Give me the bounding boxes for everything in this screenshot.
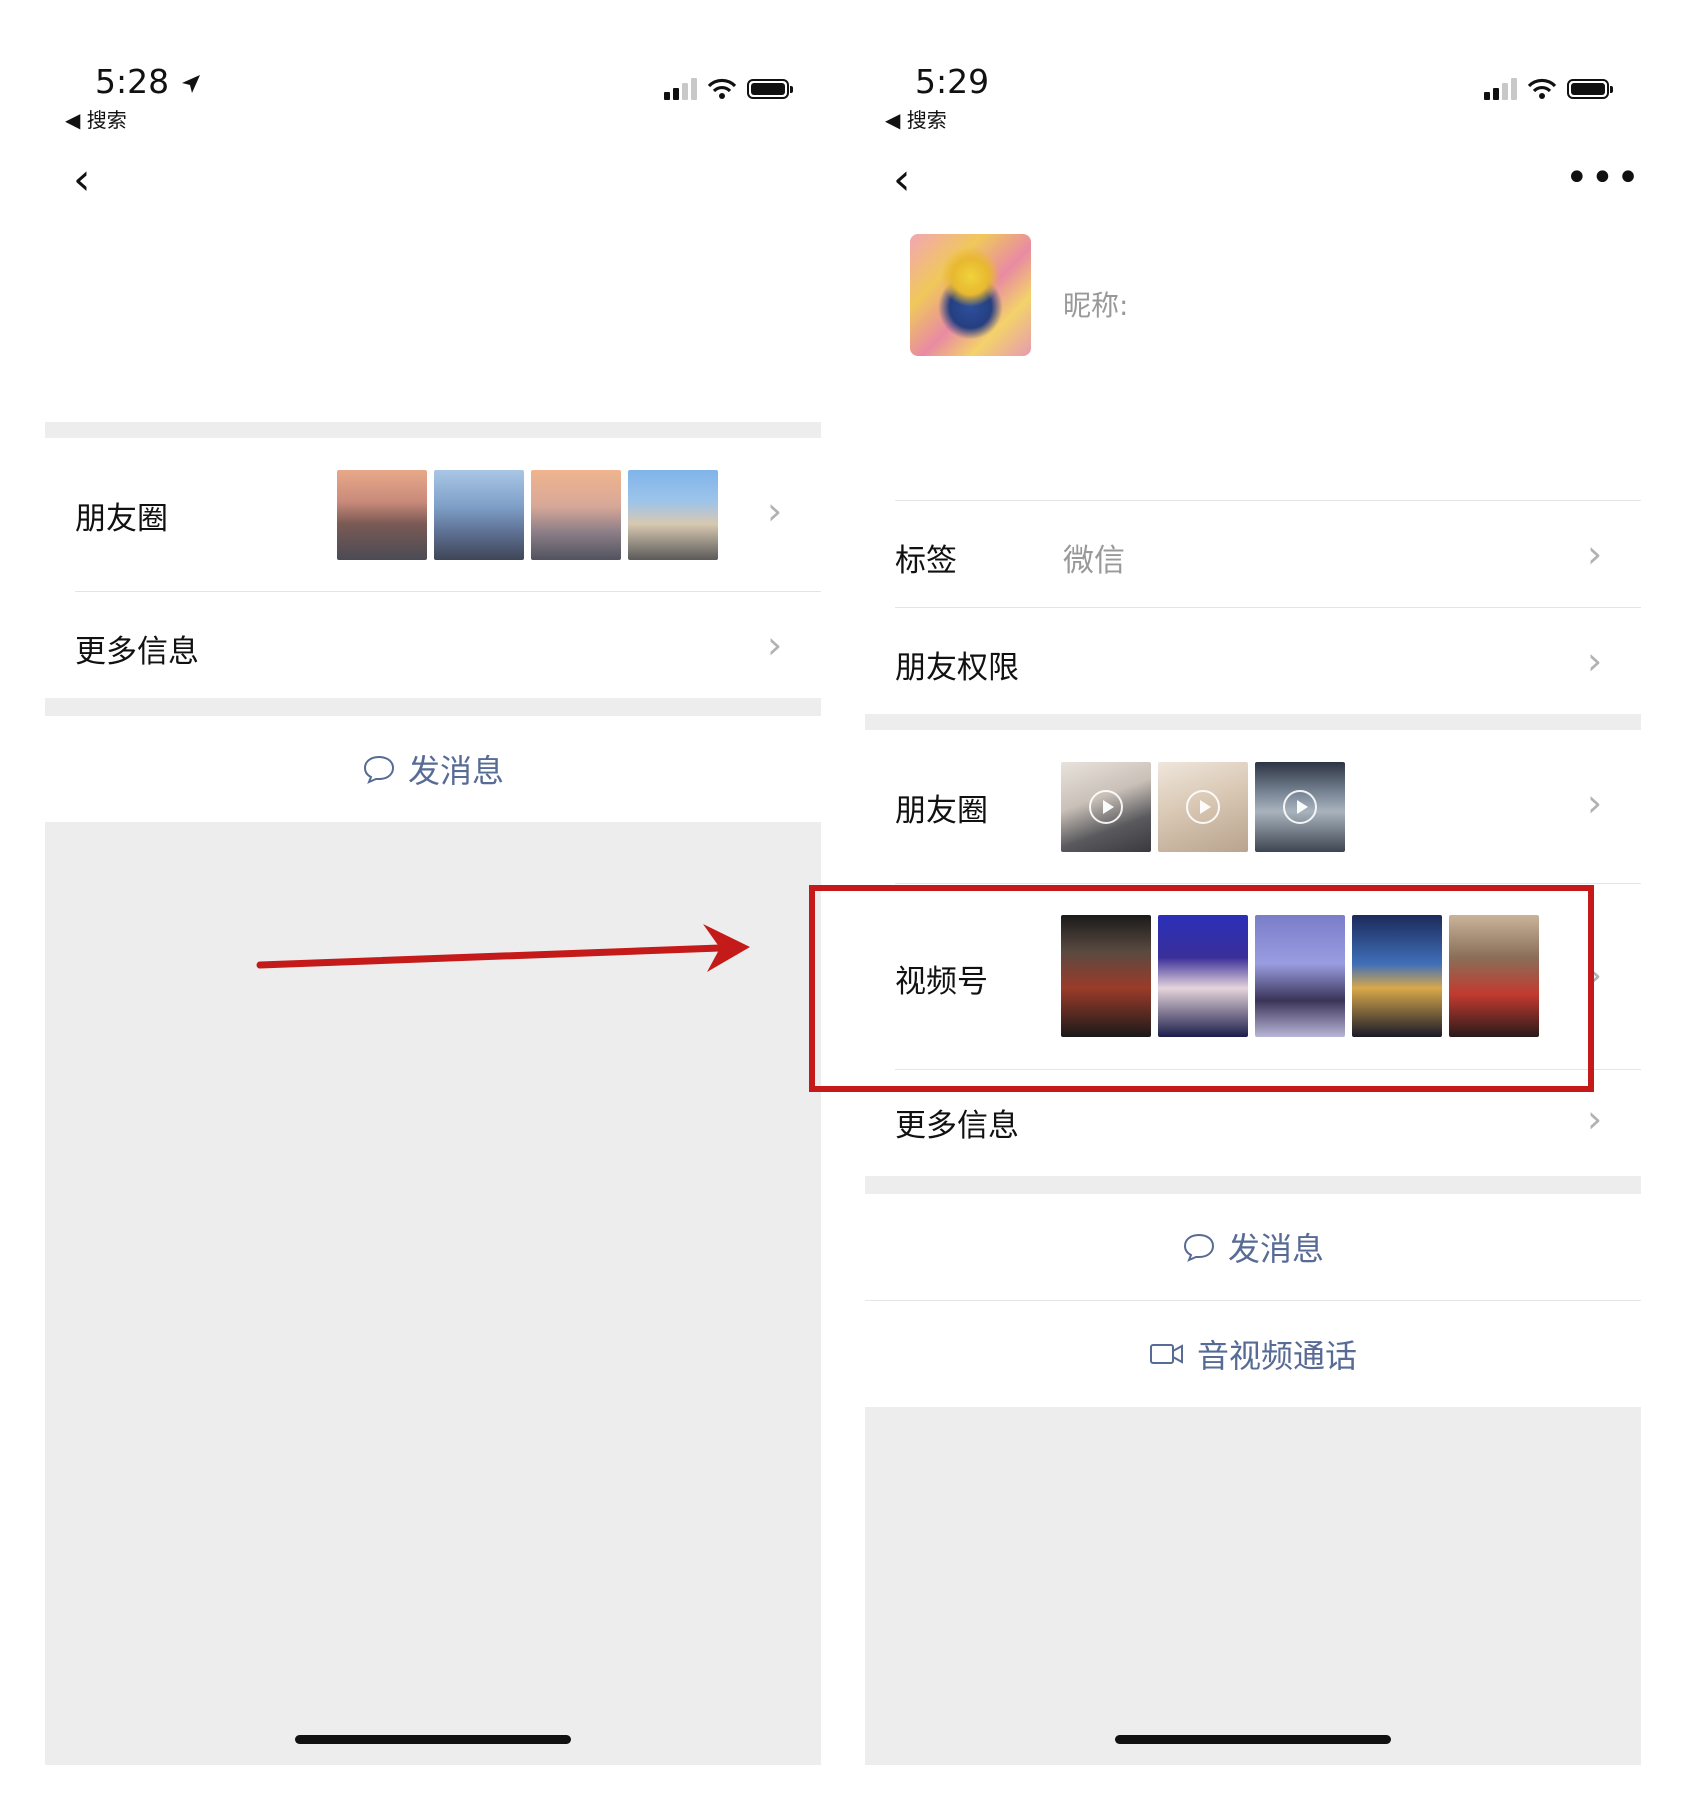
nickname-label: 昵称: bbox=[1063, 289, 1129, 322]
moments-thumbnail[interactable] bbox=[628, 470, 718, 560]
cellular-signal-icon bbox=[664, 78, 697, 100]
chevron-right-icon: › bbox=[767, 623, 783, 667]
moments-thumbnails bbox=[1061, 762, 1345, 852]
play-icon bbox=[1186, 790, 1220, 824]
section-gap bbox=[865, 1176, 1641, 1194]
chevron-right-icon: › bbox=[1587, 639, 1603, 683]
chevron-right-icon: › bbox=[1587, 1097, 1603, 1141]
empty-area bbox=[865, 1407, 1641, 1765]
moments-video-thumbnail[interactable] bbox=[1158, 762, 1248, 852]
moments-thumbnail[interactable] bbox=[531, 470, 621, 560]
video-camera-icon bbox=[1149, 1344, 1183, 1364]
status-icons bbox=[1484, 78, 1613, 100]
moments-thumbnail[interactable] bbox=[337, 470, 427, 560]
send-message-button[interactable]: 发消息 bbox=[865, 1194, 1641, 1300]
location-arrow-icon bbox=[181, 75, 200, 93]
red-arrow bbox=[256, 924, 750, 972]
phone-screen-right: 5:29 ◀ 搜索 ‹ ••• 昵称: 标签 微信 › 朋友权限 › 朋友圈 › bbox=[865, 0, 1641, 1765]
back-to-search-link[interactable]: ◀ 搜索 bbox=[65, 104, 127, 133]
chevron-right-icon: › bbox=[1587, 532, 1603, 576]
chevron-right-icon: › bbox=[1587, 781, 1603, 825]
highlight-box bbox=[809, 885, 1594, 1092]
section-gap bbox=[45, 422, 821, 438]
chat-bubble-icon bbox=[363, 755, 394, 784]
chevron-left-icon[interactable]: ‹ bbox=[893, 158, 911, 202]
status-icons bbox=[664, 78, 793, 100]
home-indicator[interactable] bbox=[295, 1735, 571, 1744]
av-call-button[interactable]: 音视频通话 bbox=[865, 1301, 1641, 1407]
moments-video-thumbnail[interactable] bbox=[1061, 762, 1151, 852]
chevron-left-icon[interactable]: ‹ bbox=[73, 158, 91, 202]
avatar[interactable] bbox=[910, 234, 1031, 356]
home-indicator[interactable] bbox=[1115, 1735, 1391, 1744]
more-dots-icon[interactable]: ••• bbox=[1565, 158, 1641, 198]
moments-label: 朋友圈 bbox=[75, 501, 168, 537]
battery-icon bbox=[747, 79, 793, 99]
send-message-label: 发消息 bbox=[1227, 1230, 1324, 1268]
moments-thumbnails bbox=[337, 470, 718, 560]
section-gap bbox=[45, 698, 821, 716]
friend-permissions-label: 朋友权限 bbox=[895, 650, 1019, 686]
av-call-label: 音视频通话 bbox=[1196, 1337, 1357, 1375]
chat-bubble-icon bbox=[1183, 1233, 1214, 1262]
moments-thumbnail[interactable] bbox=[434, 470, 524, 560]
cellular-signal-icon bbox=[1484, 78, 1517, 100]
moments-label: 朋友圈 bbox=[895, 793, 988, 829]
play-icon bbox=[1283, 790, 1317, 824]
chevron-right-icon: › bbox=[767, 489, 783, 533]
back-to-search-link[interactable]: ◀ 搜索 bbox=[885, 104, 947, 133]
send-message-button[interactable]: 发消息 bbox=[45, 716, 821, 822]
more-info-row[interactable]: 更多信息 › bbox=[45, 592, 821, 698]
friend-permissions-row[interactable]: 朋友权限 › bbox=[865, 608, 1641, 714]
tags-row[interactable]: 标签 微信 › bbox=[865, 501, 1641, 607]
tags-value: 微信 bbox=[1063, 543, 1125, 579]
moments-row[interactable]: 朋友圈 › bbox=[45, 438, 821, 591]
more-info-label: 更多信息 bbox=[75, 634, 199, 670]
status-time: 5:29 bbox=[915, 62, 990, 101]
wifi-icon bbox=[707, 78, 737, 99]
moments-video-thumbnail[interactable] bbox=[1255, 762, 1345, 852]
battery-icon bbox=[1567, 79, 1613, 99]
play-icon bbox=[1089, 790, 1123, 824]
section-gap bbox=[865, 714, 1641, 730]
phone-screen-left: 5:28 ◀ 搜索 ‹ 朋友圈 › 更多信息 › 发消息 bbox=[45, 0, 821, 1765]
send-message-label: 发消息 bbox=[407, 752, 504, 790]
more-info-label: 更多信息 bbox=[895, 1108, 1019, 1144]
moments-row[interactable]: 朋友圈 › bbox=[865, 730, 1641, 883]
tags-label: 标签 bbox=[895, 543, 957, 579]
wifi-icon bbox=[1527, 78, 1557, 99]
status-time: 5:28 bbox=[95, 62, 202, 101]
